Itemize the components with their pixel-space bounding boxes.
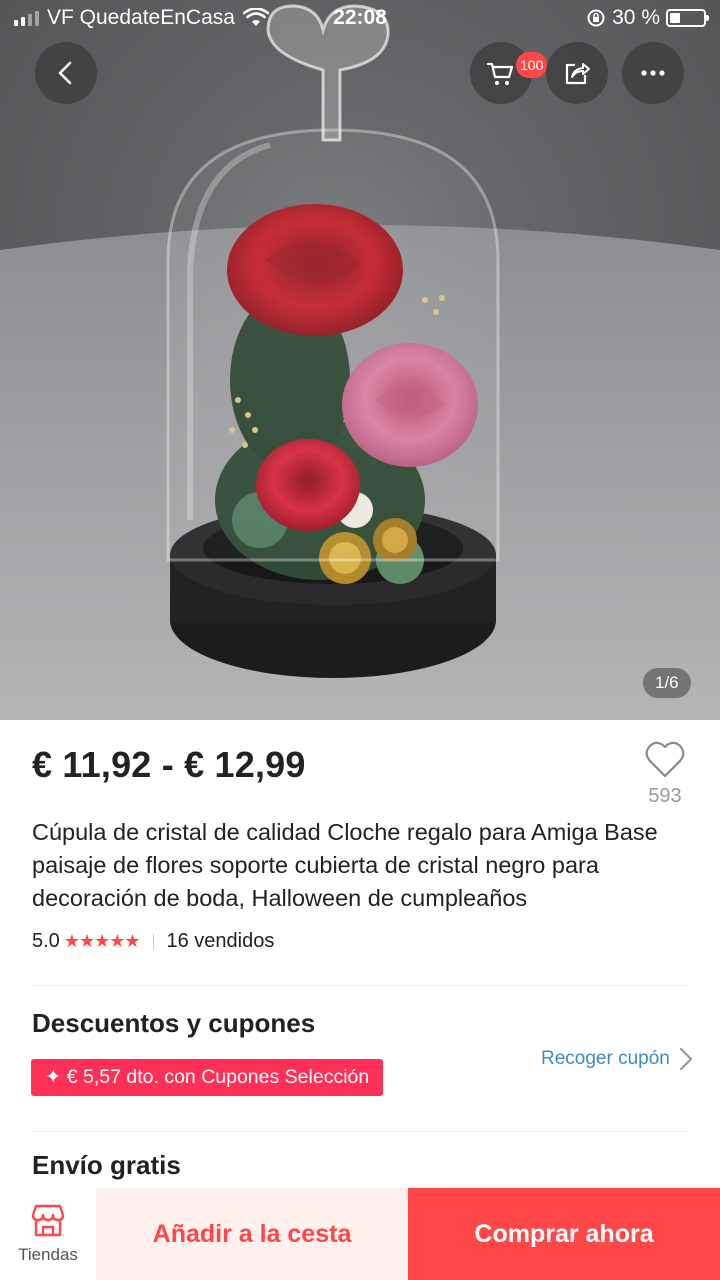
product-price: € 11,92 - € 12,99 bbox=[32, 744, 306, 785]
chevron-right-icon bbox=[679, 1047, 692, 1071]
wishlist-button[interactable]: 593 bbox=[640, 740, 690, 808]
image-counter: 1/6 bbox=[643, 668, 691, 698]
shipping-section-title: Envío gratis bbox=[32, 1150, 181, 1180]
coupon-tag[interactable]: ✦ € 5,57 dto. con Cupones Selección bbox=[31, 1059, 384, 1096]
share-icon bbox=[565, 63, 590, 85]
bottom-action-bar: Tiendas Añadir a la cesta Comprar ahora bbox=[0, 1188, 720, 1280]
signal-icon bbox=[14, 10, 39, 26]
rotation-lock-icon bbox=[587, 9, 605, 27]
collect-coupon-link[interactable]: Recoger cupón bbox=[541, 1046, 694, 1072]
status-bar: VF QuedateEnCasa 22:08 30 % bbox=[0, 0, 720, 36]
share-button[interactable] bbox=[546, 42, 608, 104]
chevron-left-icon bbox=[58, 61, 72, 85]
rating-stars: ★★★★★ bbox=[63, 931, 141, 951]
product-photo bbox=[0, 0, 720, 720]
more-dots-icon bbox=[641, 70, 665, 76]
collect-coupon-label: Recoger cupón bbox=[541, 1048, 670, 1069]
cart-count-badge: 100 bbox=[516, 52, 548, 78]
product-image-gallery[interactable]: VF QuedateEnCasa 22:08 30 % 100 1/6 bbox=[0, 0, 720, 720]
divider bbox=[32, 1131, 688, 1132]
cart-icon bbox=[486, 62, 514, 85]
wifi-icon bbox=[242, 8, 269, 26]
rating-separator bbox=[152, 933, 154, 950]
product-title: Cúpula de cristal de calidad Cloche rega… bbox=[32, 819, 658, 911]
carrier-name: VF QuedateEnCasa bbox=[47, 6, 235, 29]
sold-count: 16 vendidos bbox=[166, 930, 275, 952]
more-options-button[interactable] bbox=[622, 42, 684, 104]
stores-button[interactable]: Tiendas bbox=[0, 1188, 96, 1280]
store-icon bbox=[31, 1204, 65, 1237]
rating-value: 5.0 bbox=[32, 930, 60, 952]
buy-now-button[interactable]: Comprar ahora bbox=[408, 1188, 720, 1280]
divider bbox=[32, 985, 688, 986]
add-to-cart-button[interactable]: Añadir a la cesta bbox=[96, 1188, 408, 1280]
coupons-section-title: Descuentos y cupones bbox=[32, 1008, 316, 1038]
stores-label: Tiendas bbox=[18, 1245, 78, 1264]
heart-icon bbox=[645, 741, 685, 778]
wishlist-count: 593 bbox=[648, 785, 682, 807]
back-button[interactable] bbox=[35, 42, 97, 104]
rating-row[interactable]: 5.0 ★★★★★ 16 vendidos bbox=[32, 930, 274, 953]
battery-icon bbox=[666, 9, 709, 27]
battery-percent: 30 % bbox=[612, 6, 660, 29]
